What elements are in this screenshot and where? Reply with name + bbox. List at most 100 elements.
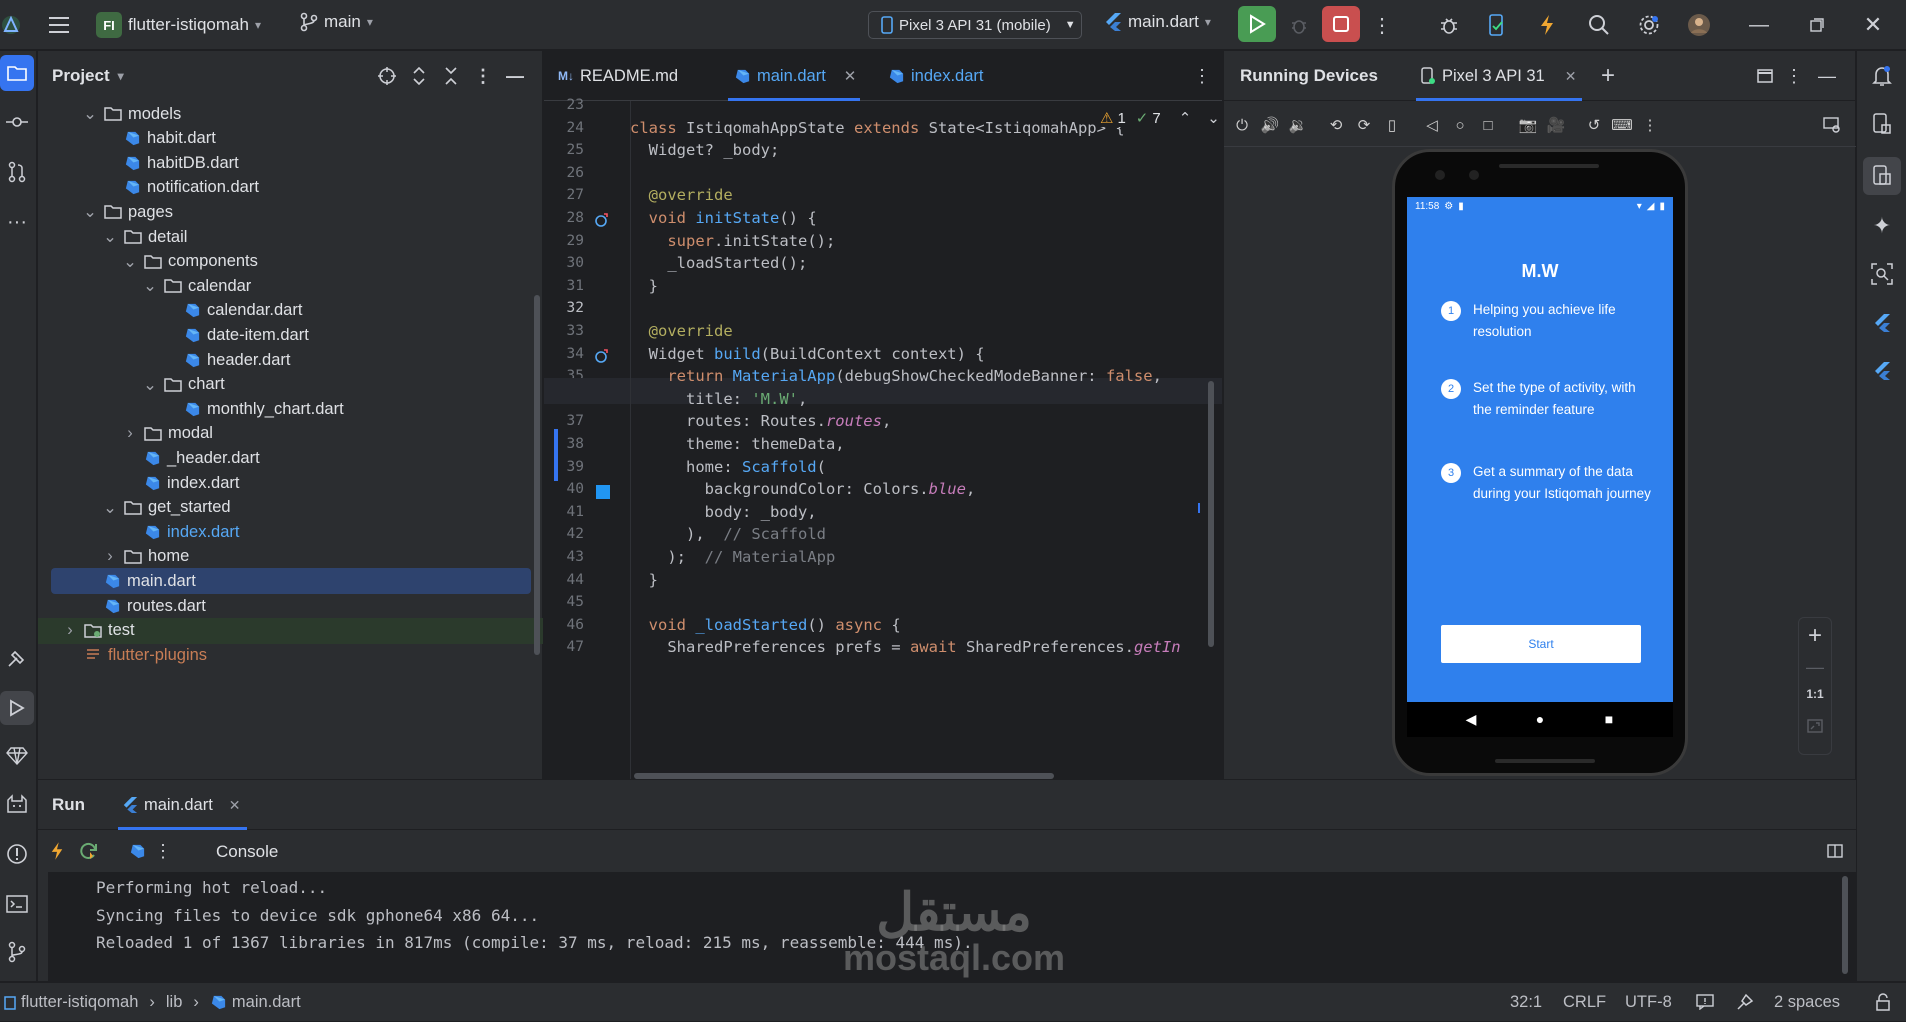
project-panel-title[interactable]: Project (52, 66, 110, 86)
hide-panel-icon[interactable]: — (1816, 65, 1838, 87)
main-menu-icon[interactable] (46, 12, 72, 38)
search-icon[interactable] (1586, 12, 1612, 38)
editor-vertical-scrollbar[interactable] (1208, 381, 1214, 647)
more-actions-icon[interactable]: ⋮ (1372, 12, 1392, 38)
cursor-position[interactable]: 32:1 (1510, 983, 1542, 1022)
run-tool-play-icon[interactable] (0, 691, 34, 725)
code-line[interactable]: _loadStarted(); (630, 254, 807, 272)
build-hammer-icon[interactable] (0, 643, 34, 673)
chevron-right-icon[interactable]: › (102, 547, 118, 565)
zoom-in-icon[interactable]: + (1799, 622, 1831, 650)
restore-window-icon[interactable] (1804, 12, 1830, 38)
code-line[interactable]: @override (630, 186, 733, 204)
start-button[interactable]: Start (1441, 625, 1641, 663)
gemini-sparkle-icon[interactable]: ✦ (1867, 211, 1897, 241)
notifications-bell-icon[interactable] (1867, 61, 1897, 91)
file-encoding[interactable]: UTF-8 (1625, 983, 1672, 1022)
pull-requests-icon[interactable] (0, 157, 34, 187)
layout-inspector-icon[interactable] (1867, 259, 1897, 289)
problems-icon[interactable] (0, 839, 34, 869)
tab-main-dart[interactable]: main.dart ✕ (728, 51, 861, 101)
code-line[interactable]: } (630, 571, 658, 589)
next-highlight-icon[interactable]: ⌄ (1207, 109, 1220, 127)
chevron-down-icon[interactable]: ⌄ (102, 499, 118, 517)
code-line[interactable]: body: _body, (630, 503, 817, 521)
collapse-all-icon[interactable] (440, 65, 462, 87)
expand-all-icon[interactable] (408, 65, 430, 87)
code-line[interactable]: void initState() { (630, 209, 817, 227)
tab-readme[interactable]: M↓ README.md (558, 51, 678, 101)
phone-screen[interactable]: 11:58 ⚙ ▮ ▾ ◢ ▮ M.W 1 Helping you achieve… (1407, 197, 1673, 702)
window-layout-icon[interactable] (1754, 65, 1776, 87)
code-line[interactable]: } (630, 277, 658, 295)
more-tools-icon[interactable]: ··· (0, 207, 34, 237)
chevron-down-icon[interactable]: ⌄ (142, 277, 158, 295)
code-line[interactable]: routes: Routes.routes, (630, 412, 891, 430)
user-avatar-icon[interactable] (1686, 12, 1712, 38)
lock-icon[interactable] (1872, 991, 1894, 1013)
chevron-down-icon[interactable]: ▾ (118, 69, 124, 83)
code-line[interactable]: theme: themeData, (630, 435, 845, 453)
code-style-icon[interactable] (1734, 991, 1756, 1013)
hide-panel-icon[interactable]: — (504, 65, 526, 87)
device-manager-icon[interactable] (1484, 12, 1510, 38)
code-line[interactable]: class IstiqomahAppState extends State<Is… (630, 119, 1125, 137)
breadcrumb-project[interactable]: flutter-istiqomah (21, 993, 138, 1012)
gem-icon[interactable] (0, 741, 34, 771)
home-icon[interactable]: ○ (1448, 113, 1472, 137)
flutter-inspector-icon[interactable] (1867, 309, 1897, 339)
code-line[interactable]: void _loadStarted() async { (630, 616, 901, 634)
settings-gear-icon[interactable] (1636, 12, 1662, 38)
dart-devtools-icon[interactable] (126, 840, 148, 862)
zoom-actual-size[interactable]: 1:1 (1799, 682, 1831, 706)
nav-overview-icon[interactable]: ■ (1601, 711, 1617, 727)
overview-icon[interactable]: □ (1476, 113, 1500, 137)
run-config-selector[interactable]: main.dart ▾ (1104, 12, 1211, 32)
back-icon[interactable]: ◁ (1420, 113, 1444, 137)
device-selector[interactable]: Pixel 3 API 31 (mobile) ▼ (868, 11, 1082, 39)
color-swatch-icon[interactable] (596, 485, 610, 500)
zoom-fit-icon[interactable] (1799, 714, 1831, 738)
code-line[interactable]: ), // Scaffold (630, 525, 826, 543)
code-area[interactable]: class IstiqomahAppState extends State<Is… (630, 101, 1222, 779)
line-ending[interactable]: CRLF (1563, 983, 1606, 1022)
close-tab-icon[interactable]: ✕ (1565, 68, 1577, 85)
hot-restart-icon[interactable] (78, 840, 100, 862)
console-tab-label[interactable]: Console (216, 842, 278, 862)
code-line[interactable]: return MaterialApp(debugShowCheckedModeB… (630, 367, 1162, 385)
override-gutter-icon[interactable] (594, 212, 610, 228)
chevron-down-icon[interactable]: ⌄ (122, 253, 138, 271)
close-tab-icon[interactable]: ✕ (844, 67, 857, 85)
nav-home-icon[interactable]: ● (1532, 711, 1548, 727)
code-line[interactable]: backgroundColor: Colors.blue, (630, 480, 976, 498)
device-tab[interactable]: Pixel 3 API 31 ✕ (1416, 51, 1583, 101)
device-file-explorer-icon[interactable] (1867, 109, 1897, 139)
code-line[interactable]: super.initState(); (630, 232, 835, 250)
hot-reload-icon[interactable] (1534, 12, 1560, 38)
close-window-icon[interactable]: ✕ (1860, 12, 1886, 38)
rotate-right-icon[interactable]: ⟳ (1352, 113, 1376, 137)
commit-icon[interactable] (0, 107, 34, 137)
keyboard-icon[interactable]: ⌨ (1610, 113, 1634, 137)
more-icon[interactable]: ⋮ (1638, 113, 1662, 137)
read-only-toggle-icon[interactable] (1694, 991, 1716, 1013)
tab-index-dart[interactable]: index.dart (888, 51, 983, 101)
reset-icon[interactable]: ↺ (1582, 113, 1606, 137)
chevron-down-icon[interactable]: ⌄ (102, 228, 118, 246)
code-line[interactable]: Widget build(BuildContext context) { (630, 345, 985, 363)
nav-back-icon[interactable]: ◀ (1463, 711, 1479, 727)
minimize-icon[interactable]: — (1746, 12, 1772, 38)
power-icon[interactable]: ⏻ (1230, 113, 1254, 137)
code-line[interactable]: home: Scaffold( (630, 458, 826, 476)
code-line[interactable]: title: 'M.W', (630, 390, 807, 408)
indent-setting[interactable]: 2 spaces (1774, 983, 1840, 1022)
run-panel-title[interactable]: Run (52, 795, 85, 815)
code-line[interactable]: SharedPreferences prefs = await SharedPr… (630, 638, 1180, 656)
tree-scrollbar[interactable] (534, 295, 540, 655)
code-line[interactable]: @override (630, 322, 733, 340)
prev-highlight-icon[interactable]: ⌃ (1179, 109, 1192, 127)
volume-down-icon[interactable]: 🔉 (1286, 113, 1310, 137)
code-line[interactable]: ); // MaterialApp (630, 548, 835, 566)
bug-report-icon[interactable] (1436, 12, 1462, 38)
project-tool-folder-icon[interactable] (0, 55, 34, 91)
